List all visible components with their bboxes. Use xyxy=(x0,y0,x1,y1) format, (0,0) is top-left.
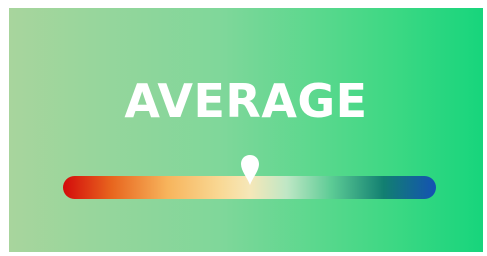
rating-card: AVERAGE xyxy=(9,8,483,252)
rating-label: AVERAGE xyxy=(124,74,368,128)
map-pin-icon xyxy=(240,155,259,185)
